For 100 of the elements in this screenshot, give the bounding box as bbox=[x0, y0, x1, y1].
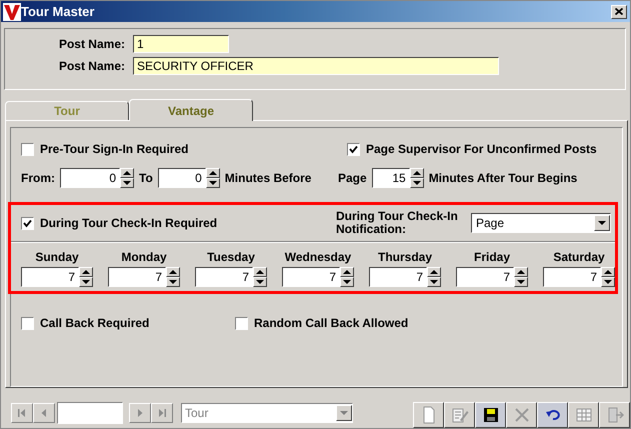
dropdown-button[interactable] bbox=[594, 215, 610, 231]
text-field[interactable]: SECURITY OFFICER bbox=[133, 57, 499, 75]
close-icon bbox=[615, 8, 623, 15]
dropdown-value: Tour bbox=[185, 406, 210, 420]
record-dropdown[interactable]: Tour bbox=[181, 403, 353, 423]
up-arrow-icon bbox=[604, 269, 612, 275]
up-arrow-icon bbox=[82, 269, 90, 275]
number-field[interactable]: 7 bbox=[21, 267, 79, 287]
spin-down-button[interactable] bbox=[206, 178, 220, 188]
field-label: Minutes Before bbox=[224, 171, 312, 185]
left-arrow-icon bbox=[39, 408, 49, 418]
field-label: Post Name: bbox=[58, 37, 126, 51]
number-field[interactable]: 15 bbox=[372, 168, 410, 188]
spin-down-button[interactable] bbox=[601, 277, 615, 287]
spin-up-button[interactable] bbox=[206, 168, 220, 178]
text-field[interactable]: 1 bbox=[133, 35, 229, 53]
edit-icon bbox=[450, 406, 468, 424]
day-label: Wednesday bbox=[284, 250, 352, 264]
day-label: Thursday bbox=[378, 250, 432, 264]
up-arrow-icon bbox=[208, 170, 217, 176]
day-label: Saturday bbox=[553, 250, 605, 264]
number-field[interactable]: 7 bbox=[282, 267, 340, 287]
spin-up-button[interactable] bbox=[410, 168, 424, 178]
spin-up-button[interactable] bbox=[253, 267, 267, 277]
down-arrow-icon bbox=[604, 279, 612, 285]
first-icon bbox=[17, 408, 27, 418]
spin-up-button[interactable] bbox=[340, 267, 354, 277]
check-icon bbox=[23, 218, 32, 228]
dropdown-button[interactable] bbox=[336, 405, 352, 421]
up-arrow-icon bbox=[430, 269, 438, 275]
checkbox-label: Page Supervisor For Unconfirmed Posts bbox=[366, 142, 597, 156]
field-label: Post Name: bbox=[58, 59, 126, 73]
down-arrow-icon bbox=[208, 180, 217, 186]
first-button[interactable] bbox=[11, 403, 33, 423]
record-field[interactable] bbox=[57, 402, 123, 424]
tab[interactable]: Vantage bbox=[129, 99, 253, 121]
spin-down-button[interactable] bbox=[427, 277, 441, 287]
grid-icon bbox=[574, 406, 592, 424]
spin-up-button[interactable] bbox=[514, 267, 528, 277]
up-arrow-icon bbox=[256, 269, 264, 275]
spin-up-button[interactable] bbox=[120, 168, 134, 178]
door-icon bbox=[606, 406, 624, 424]
spin-up-button[interactable] bbox=[166, 267, 180, 277]
number-field[interactable]: 0 bbox=[158, 168, 206, 188]
checkbox[interactable] bbox=[21, 216, 34, 230]
spin-up-button[interactable] bbox=[427, 267, 441, 277]
checkbox[interactable] bbox=[21, 142, 34, 156]
spin-up-button[interactable] bbox=[79, 267, 93, 277]
spin-down-button[interactable] bbox=[253, 277, 267, 287]
down-arrow-icon bbox=[430, 279, 438, 285]
down-arrow-icon bbox=[82, 279, 90, 285]
checkbox[interactable] bbox=[21, 316, 34, 330]
day-label: Friday bbox=[474, 250, 510, 264]
spin-down-button[interactable] bbox=[340, 277, 354, 287]
dropdown[interactable]: Page bbox=[471, 213, 611, 233]
field-label: Minutes After Tour Begins bbox=[428, 171, 578, 185]
day-label: Sunday bbox=[35, 250, 79, 264]
down-arrow-icon bbox=[123, 180, 131, 186]
number-field[interactable]: 7 bbox=[108, 267, 166, 287]
field-label: To bbox=[139, 171, 153, 185]
dropdown-value: Page bbox=[476, 216, 506, 230]
number-field[interactable]: 7 bbox=[543, 267, 601, 287]
spin-down-button[interactable] bbox=[514, 277, 528, 287]
close-button[interactable] bbox=[611, 4, 627, 18]
day-label: Tuesday bbox=[207, 250, 255, 264]
delete-icon bbox=[512, 406, 530, 424]
undo-button[interactable] bbox=[537, 402, 568, 428]
checkbox-label: Call Back Required bbox=[40, 316, 150, 330]
check-icon bbox=[349, 144, 358, 154]
up-arrow-icon bbox=[517, 269, 525, 275]
down-arrow-icon bbox=[517, 279, 525, 285]
down-arrow-icon bbox=[340, 410, 348, 416]
floppy-disk-button[interactable] bbox=[475, 402, 506, 428]
spin-down-button[interactable] bbox=[410, 178, 424, 188]
number-field[interactable]: 0 bbox=[60, 168, 120, 188]
number-field[interactable]: 7 bbox=[456, 267, 514, 287]
spin-up-button[interactable] bbox=[601, 267, 615, 277]
checkbox-label: Random Call Back Allowed bbox=[254, 316, 408, 330]
last-icon bbox=[157, 408, 167, 418]
spin-down-button[interactable] bbox=[79, 277, 93, 287]
down-arrow-icon bbox=[412, 180, 421, 186]
checkbox-label: During Tour Check-In Required bbox=[40, 216, 218, 230]
number-field[interactable]: 7 bbox=[369, 267, 427, 287]
number-field[interactable]: 7 bbox=[195, 267, 253, 287]
down-arrow-icon bbox=[598, 220, 606, 226]
spin-down-button[interactable] bbox=[120, 178, 134, 188]
checkbox[interactable] bbox=[235, 316, 248, 330]
field-label: From: bbox=[21, 171, 55, 185]
next-button[interactable] bbox=[129, 403, 151, 423]
prev-button[interactable] bbox=[33, 403, 55, 423]
window-title: Tour Master bbox=[21, 4, 96, 19]
down-arrow-icon bbox=[169, 279, 177, 285]
spin-down-button[interactable] bbox=[166, 277, 180, 287]
checkbox[interactable] bbox=[347, 142, 360, 156]
last-button[interactable] bbox=[151, 403, 173, 423]
up-arrow-icon bbox=[123, 170, 131, 176]
down-arrow-icon bbox=[343, 279, 351, 285]
day-label: Monday bbox=[121, 250, 167, 264]
checkbox-label: Pre-Tour Sign-In Required bbox=[40, 142, 188, 156]
up-arrow-icon bbox=[343, 269, 351, 275]
